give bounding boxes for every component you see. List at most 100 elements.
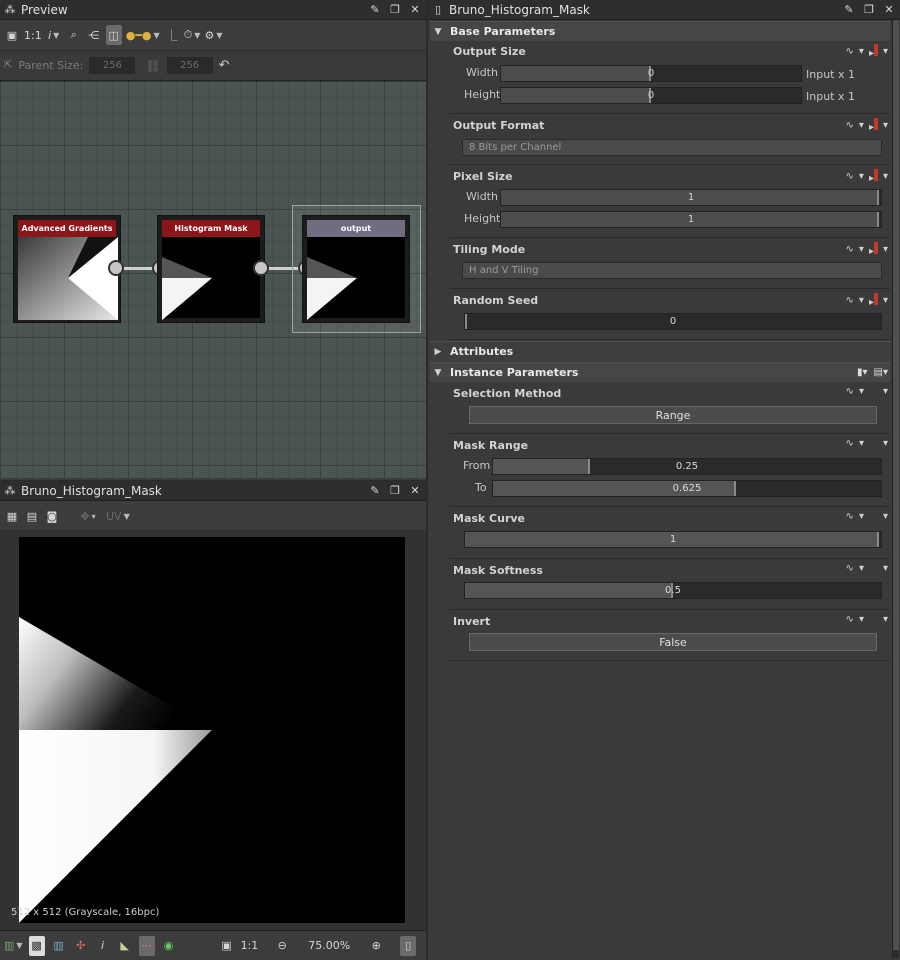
function-icon[interactable]: ∿: [846, 563, 854, 574]
tiling-icon[interactable]: ✣: [73, 936, 89, 956]
parent-width-input[interactable]: 256: [89, 57, 136, 74]
ratio-button[interactable]: 1:1: [241, 936, 259, 956]
output-port[interactable]: [253, 260, 269, 276]
function-icon[interactable]: ∿: [846, 244, 854, 255]
output-height-slider[interactable]: 0: [500, 87, 802, 104]
parent-height-input[interactable]: 256: [166, 57, 213, 74]
mask-curve-slider[interactable]: 1: [464, 531, 882, 548]
menu-arrow-icon[interactable]: ▾: [883, 46, 888, 57]
collapse-arrow-icon[interactable]: ▼: [430, 27, 446, 37]
dropdown-icon[interactable]: ▾: [859, 46, 864, 57]
preset-icon[interactable]: ▮▾: [857, 367, 868, 378]
expand-arrow-icon[interactable]: ▶: [430, 347, 446, 357]
vertical-scrollbar[interactable]: [892, 20, 899, 958]
save-image-icon[interactable]: ▤: [24, 506, 40, 526]
folder-icon[interactable]: ▤▾: [874, 367, 888, 378]
dropdown-icon[interactable]: ▾: [859, 614, 864, 625]
search-icon[interactable]: ⌕: [66, 25, 82, 45]
fit-icon[interactable]: ▣: [219, 936, 235, 956]
pixel-width-slider[interactable]: 1: [500, 189, 882, 206]
connection-style-icon[interactable]: ●━● ▼: [126, 25, 160, 45]
channel-rgb-icon[interactable]: ⋯: [138, 935, 155, 956]
dropdown-icon[interactable]: ▾: [859, 244, 864, 255]
histogram-icon[interactable]: ◣: [117, 936, 133, 956]
menu-arrow-icon[interactable]: ▾: [883, 563, 888, 574]
dropdown-icon[interactable]: ▾: [859, 295, 864, 306]
share-icon[interactable]: ⋲: [86, 25, 102, 45]
rgb-channels-icon[interactable]: ▥: [51, 936, 67, 956]
mask-range-to-slider[interactable]: 0.625: [492, 480, 882, 497]
dropdown-icon[interactable]: ▾: [859, 511, 864, 522]
settings-gear-icon[interactable]: ⚙ ▼: [204, 25, 222, 45]
close-icon[interactable]: ✕: [408, 484, 422, 498]
timer-icon[interactable]: ⏱ ▼: [184, 25, 201, 45]
info-button[interactable]: i ▼: [46, 25, 62, 45]
zoom-out-icon[interactable]: ⊖: [274, 936, 290, 956]
function-icon[interactable]: ∿: [846, 46, 854, 57]
camera-icon[interactable]: ◙: [44, 506, 60, 526]
scrollbar-thumb[interactable]: [893, 20, 899, 950]
float-window-icon[interactable]: ❐: [862, 3, 876, 17]
random-seed-slider[interactable]: 0: [464, 313, 882, 330]
inheritance-icon[interactable]: ▸: [869, 44, 878, 59]
link-style-icon[interactable]: ⎿: [164, 25, 180, 45]
function-icon[interactable]: ∿: [846, 438, 854, 449]
float-window-icon[interactable]: ❐: [388, 3, 402, 17]
pixel-height-slider[interactable]: 1: [500, 211, 882, 228]
invert-toggle[interactable]: False: [469, 633, 877, 651]
color-mode-icon[interactable]: ▥ ▼: [4, 936, 23, 956]
mask-softness-slider[interactable]: 0.5: [464, 582, 882, 599]
channels-icon[interactable]: ▦: [4, 506, 20, 526]
lock-icon[interactable]: ▯: [400, 935, 417, 956]
zoom-in-icon[interactable]: ⊕: [368, 936, 384, 956]
section-base-parameters[interactable]: ▼ Base Parameters: [430, 21, 890, 41]
frame-toggle-icon[interactable]: ◫: [105, 25, 122, 45]
close-icon[interactable]: ✕: [882, 3, 896, 17]
pin-icon[interactable]: ✎: [368, 484, 382, 498]
menu-arrow-icon[interactable]: ▾: [883, 386, 888, 397]
checker-bg-icon[interactable]: ▩: [28, 935, 45, 956]
inheritance-icon[interactable]: ▸: [869, 118, 878, 133]
dropdown-icon[interactable]: ▾: [859, 386, 864, 397]
output-port[interactable]: [108, 260, 124, 276]
reset-icon[interactable]: ↶: [219, 58, 230, 73]
dropdown-icon[interactable]: ▾: [859, 438, 864, 449]
menu-arrow-icon[interactable]: ▾: [883, 244, 888, 255]
mask-range-from-slider[interactable]: 0.25: [492, 458, 882, 475]
inheritance-icon[interactable]: ▸: [869, 293, 878, 308]
dropdown-icon[interactable]: ▾: [859, 563, 864, 574]
image-viewport[interactable]: 512 x 512 (Grayscale, 16bpc): [0, 530, 426, 930]
fit-view-icon[interactable]: ▣: [4, 25, 20, 45]
dropdown-icon[interactable]: ▾: [859, 120, 864, 131]
link-chain-icon[interactable]: ⛓: [145, 59, 160, 73]
selection-method-dropdown[interactable]: Range: [469, 406, 877, 424]
function-icon[interactable]: ∿: [846, 120, 854, 131]
collapse-arrow-icon[interactable]: ▼: [430, 368, 446, 378]
pin-icon[interactable]: ✎: [368, 3, 382, 17]
node-graph-canvas[interactable]: Advanced Gradients Histogram Mask output: [0, 80, 426, 478]
zoom-level[interactable]: 75.00%: [296, 936, 362, 956]
menu-arrow-icon[interactable]: ▾: [883, 120, 888, 131]
dropdown-icon[interactable]: ▾: [859, 171, 864, 182]
function-icon[interactable]: ∿: [846, 614, 854, 625]
pin-icon[interactable]: ✎: [842, 3, 856, 17]
info-icon[interactable]: i: [95, 936, 111, 956]
menu-arrow-icon[interactable]: ▾: [883, 614, 888, 625]
menu-arrow-icon[interactable]: ▾: [883, 511, 888, 522]
graph-node[interactable]: Advanced Gradients: [13, 215, 121, 323]
inheritance-icon[interactable]: ▸: [869, 242, 878, 257]
graph-node[interactable]: output: [302, 215, 410, 323]
menu-arrow-icon[interactable]: ▾: [883, 295, 888, 306]
function-icon[interactable]: ∿: [846, 295, 854, 306]
menu-arrow-icon[interactable]: ▾: [883, 171, 888, 182]
function-icon[interactable]: ∿: [846, 386, 854, 397]
function-icon[interactable]: ∿: [846, 171, 854, 182]
inheritance-icon[interactable]: ▸: [869, 169, 878, 184]
output-format-dropdown[interactable]: 8 Bits per Channel: [462, 139, 882, 156]
graph-node[interactable]: Histogram Mask: [157, 215, 265, 323]
ratio-button[interactable]: 1:1: [24, 25, 42, 45]
function-icon[interactable]: ∿: [846, 511, 854, 522]
color-picker-icon[interactable]: ◉: [161, 936, 177, 956]
section-instance-parameters[interactable]: ▼ Instance Parameters ▮▾ ▤▾: [430, 362, 890, 382]
tiling-mode-dropdown[interactable]: H and V Tiling: [462, 262, 882, 279]
